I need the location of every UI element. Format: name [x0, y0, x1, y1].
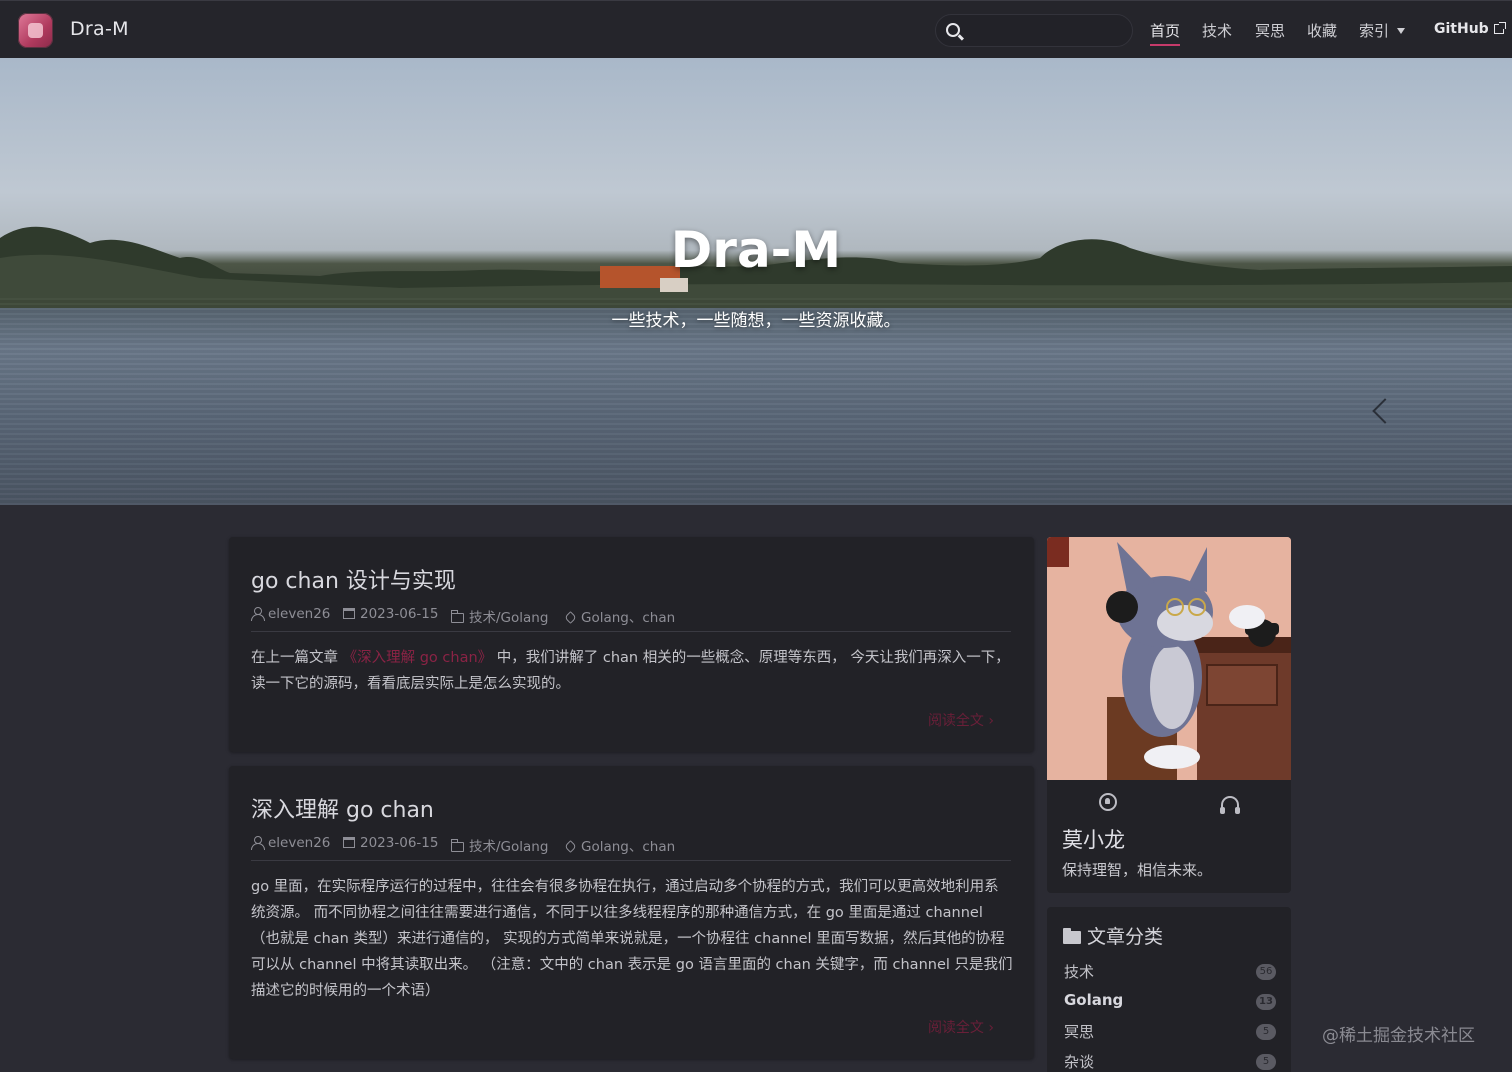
github-icon[interactable]: [1099, 793, 1117, 811]
category-count: 56: [1256, 964, 1276, 980]
tag-icon: [564, 611, 577, 624]
categories-heading: 文章分类: [1063, 922, 1163, 949]
watermark-text: @稀土掘金技术社区: [1322, 1026, 1475, 1046]
search-input[interactable]: [968, 19, 1124, 43]
post-category[interactable]: 技术/Golang: [469, 610, 548, 626]
site-logo[interactable]: [18, 13, 53, 48]
category-count: 13: [1256, 994, 1276, 1010]
categories-card: 文章分类 技术 56 Golang 13 冥思 5 杂谈 5: [1047, 907, 1291, 1072]
post-card: go chan 设计与实现 eleven26 2023-06-15 技术/Gol…: [229, 537, 1034, 752]
headphones-icon[interactable]: [1220, 796, 1240, 814]
nav-tech[interactable]: 技术: [1202, 20, 1232, 41]
hero-title: Dra-M: [670, 221, 842, 279]
nav-index-dropdown[interactable]: 索引: [1359, 20, 1406, 41]
post-title[interactable]: 深入理解 go chan: [251, 792, 434, 824]
calendar-icon: [343, 837, 355, 848]
category-count: 5: [1256, 1054, 1276, 1070]
post-date: 2023-06-15: [360, 835, 439, 851]
read-more-link[interactable]: 阅读全文 ›: [928, 1017, 994, 1037]
category-item-misc[interactable]: 杂谈 5: [1064, 1051, 1276, 1072]
post-meta: eleven26 2023-06-15 技术/Golang Golang、cha…: [251, 606, 1011, 632]
profile-motto: 保持理智，相信未来。: [1062, 861, 1213, 879]
post-date: 2023-06-15: [360, 606, 439, 622]
category-label: Golang: [1064, 991, 1124, 1009]
nav-github-link[interactable]: GitHub: [1434, 21, 1506, 37]
search-icon[interactable]: [946, 23, 960, 37]
post-category[interactable]: 技术/Golang: [469, 839, 548, 855]
excerpt-link[interactable]: 《深入理解 go chan》: [343, 650, 493, 666]
categories-title: 文章分类: [1087, 926, 1164, 948]
folder-icon: [451, 839, 464, 852]
tag-icon: [564, 840, 577, 853]
excerpt-text: 在上一篇文章: [251, 650, 343, 666]
profile-card: 莫小龙 保持理智，相信未来。: [1047, 537, 1291, 893]
category-label: 冥思: [1064, 1023, 1095, 1041]
external-link-icon: [1493, 22, 1506, 34]
hero-banner: Dra-M 一些技术，一些随想，一些资源收藏。: [0, 58, 1512, 505]
category-count: 5: [1256, 1024, 1276, 1040]
post-excerpt: 在上一篇文章 《深入理解 go chan》 中，我们讲解了 chan 相关的一些…: [251, 645, 1013, 697]
avatar: [1047, 537, 1291, 780]
nav-favorites[interactable]: 收藏: [1307, 20, 1337, 41]
category-label: 技术: [1064, 963, 1095, 981]
post-excerpt: go 里面，在实际程序运行的过程中，往往会有很多协程在执行，通过启动多个协程的方…: [251, 879, 1013, 999]
folder-icon: [451, 610, 464, 623]
nav-index-label: 索引: [1359, 22, 1390, 40]
site-brand[interactable]: Dra-M: [70, 18, 129, 40]
category-item-golang[interactable]: Golang 13: [1064, 991, 1276, 1013]
category-item-meditation[interactable]: 冥思 5: [1064, 1021, 1276, 1043]
top-navbar: Dra-M 首页 技术 冥思 收藏 索引 GitHub: [0, 0, 1512, 58]
category-label: 杂谈: [1064, 1053, 1095, 1071]
post-card: 深入理解 go chan eleven26 2023-06-15 技术/Gola…: [229, 766, 1034, 1059]
hero-subtitle: 一些技术，一些随想，一些资源收藏。: [611, 311, 901, 331]
nav-home[interactable]: 首页: [1150, 20, 1181, 46]
user-icon: [251, 607, 265, 621]
post-meta: eleven26 2023-06-15 技术/Golang Golang、cha…: [251, 835, 1011, 861]
category-item-tech[interactable]: 技术 56: [1064, 961, 1276, 983]
folder-open-icon: [1063, 928, 1081, 944]
post-tags[interactable]: Golang、chan: [581, 839, 675, 855]
search-box[interactable]: [935, 14, 1133, 47]
post-title[interactable]: go chan 设计与实现: [251, 563, 456, 595]
github-label: GitHub: [1434, 21, 1489, 37]
profile-name: 莫小龙: [1062, 828, 1125, 852]
read-more-link[interactable]: 阅读全文 ›: [928, 710, 994, 730]
nav-meditation[interactable]: 冥思: [1255, 20, 1285, 41]
post-tags[interactable]: Golang、chan: [581, 610, 675, 626]
chevron-down-icon: [1397, 28, 1406, 34]
user-icon: [251, 836, 265, 850]
post-author[interactable]: eleven26: [268, 606, 330, 622]
post-author[interactable]: eleven26: [268, 835, 330, 851]
calendar-icon: [343, 608, 355, 619]
